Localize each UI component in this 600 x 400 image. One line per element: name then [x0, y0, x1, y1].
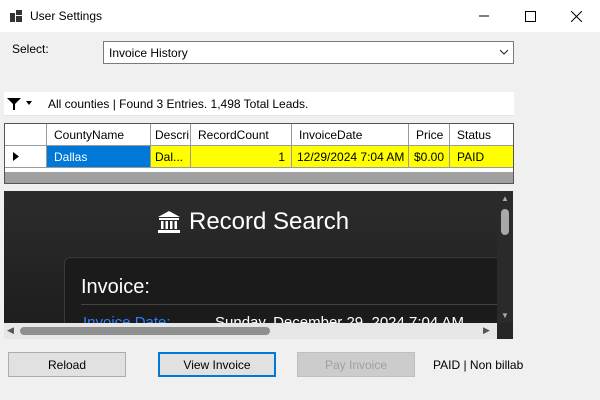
horizontal-scrollbar[interactable]: ◀ ▶ — [4, 323, 497, 339]
maximize-button[interactable] — [507, 0, 553, 32]
filter-icon[interactable] — [6, 97, 22, 111]
vertical-scrollbar[interactable]: ▲ ▼ — [497, 191, 513, 323]
chevron-down-icon — [499, 49, 509, 55]
filter-dropdown-icon[interactable] — [26, 101, 32, 105]
column-header-countyname[interactable]: CountyName — [47, 124, 151, 146]
filter-summary: All counties | Found 3 Entries. 1,498 To… — [48, 97, 309, 111]
cell-description[interactable]: Dal... — [151, 146, 191, 168]
column-header-recordcount[interactable]: RecordCount — [191, 124, 292, 146]
divider — [81, 304, 497, 305]
invoice-title: Invoice: — [81, 276, 150, 298]
cell-countyname[interactable]: Dallas — [47, 146, 151, 168]
record-search-heading: Record Search — [157, 208, 349, 236]
select-value: Invoice History — [109, 46, 188, 60]
column-header-price[interactable]: Price — [409, 124, 450, 146]
invoice-card: Invoice: Invoice Date: Sunday, December … — [64, 257, 497, 323]
horizontal-scroll-thumb[interactable] — [20, 327, 270, 335]
minimize-button[interactable] — [461, 0, 507, 32]
row-header[interactable] — [5, 146, 47, 168]
window-title: User Settings — [30, 9, 103, 23]
bank-icon — [158, 211, 180, 233]
invoice-date-value: Sunday, December 29, 2024 7:04 AM — [215, 314, 465, 323]
invoice-grid[interactable]: CountyName Descri RecordCount InvoiceDat… — [4, 123, 514, 184]
invoice-web-view[interactable]: Record Search Invoice: Invoice Date: Sun… — [4, 191, 513, 339]
web-page: Record Search Invoice: Invoice Date: Sun… — [4, 191, 497, 323]
column-header-invoicedate[interactable]: InvoiceDate — [292, 124, 409, 146]
current-row-icon — [13, 152, 19, 161]
select-label: Select: — [12, 42, 49, 56]
cell-price[interactable]: $0.00 — [409, 146, 450, 168]
column-header-status[interactable]: Status — [450, 124, 513, 146]
close-icon — [570, 10, 582, 22]
view-invoice-button[interactable]: View Invoice — [158, 352, 276, 377]
invoice-date-label[interactable]: Invoice Date: — [83, 314, 171, 323]
cell-invoicedate[interactable]: 12/29/2024 7:04 AM — [292, 146, 409, 168]
record-search-title: Record Search — [189, 208, 350, 235]
app-icon — [10, 10, 22, 22]
filter-bar: All counties | Found 3 Entries. 1,498 To… — [4, 92, 514, 116]
pay-invoice-button[interactable]: Pay Invoice — [297, 352, 415, 377]
report-select[interactable]: Invoice History — [103, 41, 514, 64]
scroll-down-icon[interactable]: ▼ — [501, 311, 509, 320]
close-button[interactable] — [553, 0, 599, 32]
title-bar: User Settings — [0, 0, 600, 32]
header-corner — [5, 124, 47, 146]
scroll-left-icon[interactable]: ◀ — [7, 325, 14, 336]
scroll-up-icon[interactable]: ▲ — [501, 194, 509, 203]
grid-header: CountyName Descri RecordCount InvoiceDat… — [5, 124, 513, 146]
column-header-description[interactable]: Descri — [151, 124, 191, 146]
billing-status: PAID | Non billab — [433, 358, 524, 372]
cell-recordcount[interactable]: 1 — [191, 146, 292, 168]
scroll-right-icon[interactable]: ▶ — [483, 325, 490, 336]
table-row[interactable]: Dallas Dal... 1 12/29/2024 7:04 AM $0.00… — [5, 146, 513, 168]
minimize-icon — [479, 15, 489, 17]
vertical-scroll-thumb[interactable] — [501, 209, 509, 235]
table-row-partial — [5, 168, 513, 172]
cell-status[interactable]: PAID — [450, 146, 513, 168]
maximize-icon — [524, 10, 536, 22]
reload-button[interactable]: Reload — [8, 352, 126, 377]
